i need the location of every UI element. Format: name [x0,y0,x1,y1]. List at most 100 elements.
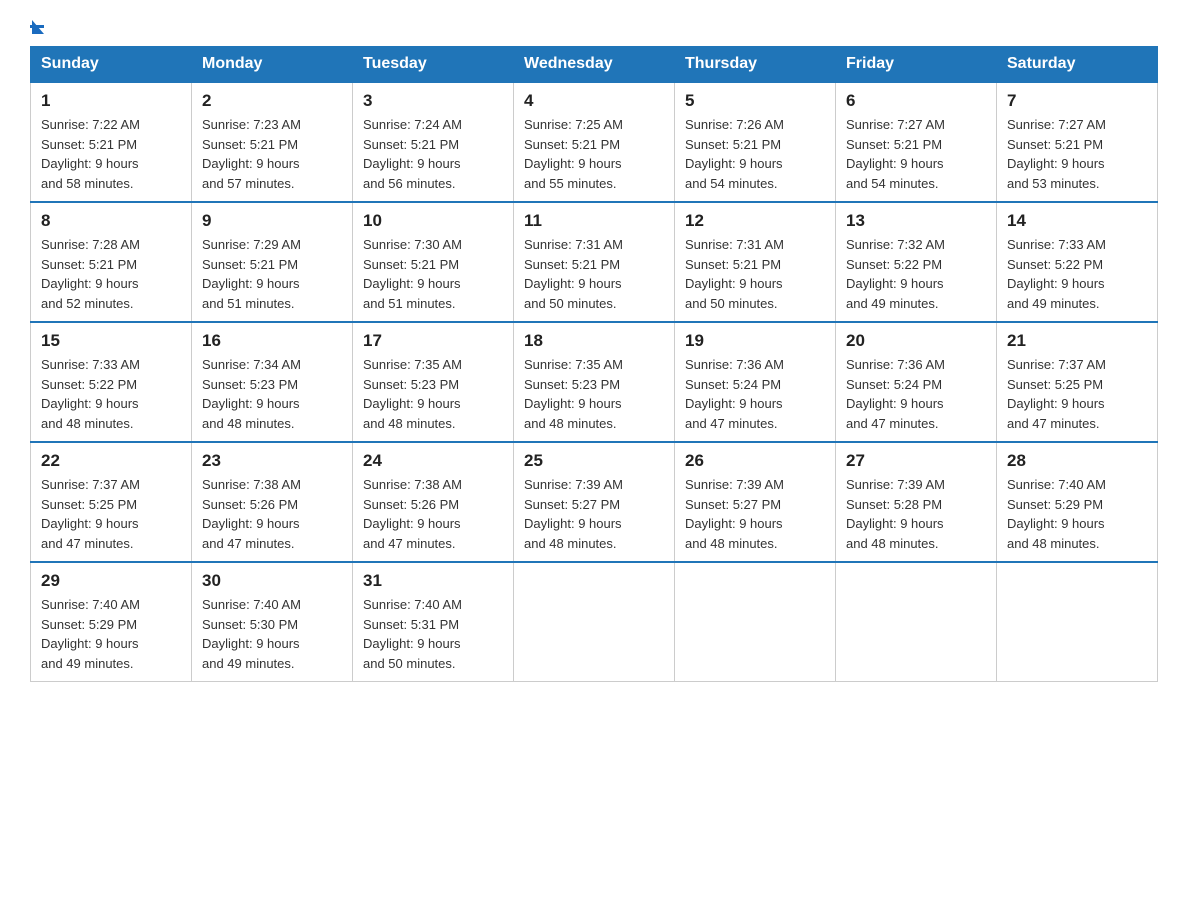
day-info: Sunrise: 7:40 AMSunset: 5:31 PMDaylight:… [363,595,503,673]
day-number: 25 [524,451,664,471]
day-number: 15 [41,331,181,351]
day-number: 19 [685,331,825,351]
day-cell: 5 Sunrise: 7:26 AMSunset: 5:21 PMDayligh… [675,82,836,202]
day-cell: 10 Sunrise: 7:30 AMSunset: 5:21 PMDaylig… [353,202,514,322]
day-info: Sunrise: 7:23 AMSunset: 5:21 PMDaylight:… [202,115,342,193]
day-number: 7 [1007,91,1147,111]
page-header [30,20,1158,28]
day-info: Sunrise: 7:40 AMSunset: 5:29 PMDaylight:… [1007,475,1147,553]
day-cell: 13 Sunrise: 7:32 AMSunset: 5:22 PMDaylig… [836,202,997,322]
day-info: Sunrise: 7:27 AMSunset: 5:21 PMDaylight:… [846,115,986,193]
day-cell: 25 Sunrise: 7:39 AMSunset: 5:27 PMDaylig… [514,442,675,562]
day-number: 4 [524,91,664,111]
header-day-friday: Friday [836,47,997,83]
calendar-body: 1 Sunrise: 7:22 AMSunset: 5:21 PMDayligh… [31,82,1158,682]
day-number: 13 [846,211,986,231]
day-cell: 21 Sunrise: 7:37 AMSunset: 5:25 PMDaylig… [997,322,1158,442]
day-cell [997,562,1158,682]
day-cell: 27 Sunrise: 7:39 AMSunset: 5:28 PMDaylig… [836,442,997,562]
day-number: 26 [685,451,825,471]
header-day-sunday: Sunday [31,47,192,83]
header-day-wednesday: Wednesday [514,47,675,83]
day-number: 18 [524,331,664,351]
day-cell: 4 Sunrise: 7:25 AMSunset: 5:21 PMDayligh… [514,82,675,202]
day-cell: 17 Sunrise: 7:35 AMSunset: 5:23 PMDaylig… [353,322,514,442]
day-info: Sunrise: 7:24 AMSunset: 5:21 PMDaylight:… [363,115,503,193]
day-cell: 23 Sunrise: 7:38 AMSunset: 5:26 PMDaylig… [192,442,353,562]
day-info: Sunrise: 7:27 AMSunset: 5:21 PMDaylight:… [1007,115,1147,193]
day-info: Sunrise: 7:30 AMSunset: 5:21 PMDaylight:… [363,235,503,313]
day-cell [675,562,836,682]
calendar-table: SundayMondayTuesdayWednesdayThursdayFrid… [30,46,1158,682]
day-cell: 8 Sunrise: 7:28 AMSunset: 5:21 PMDayligh… [31,202,192,322]
week-row-4: 22 Sunrise: 7:37 AMSunset: 5:25 PMDaylig… [31,442,1158,562]
day-info: Sunrise: 7:36 AMSunset: 5:24 PMDaylight:… [685,355,825,433]
day-info: Sunrise: 7:40 AMSunset: 5:29 PMDaylight:… [41,595,181,673]
header-day-monday: Monday [192,47,353,83]
logo-underline [30,25,44,28]
day-cell [836,562,997,682]
day-info: Sunrise: 7:26 AMSunset: 5:21 PMDaylight:… [685,115,825,193]
day-cell: 12 Sunrise: 7:31 AMSunset: 5:21 PMDaylig… [675,202,836,322]
day-info: Sunrise: 7:40 AMSunset: 5:30 PMDaylight:… [202,595,342,673]
day-cell: 7 Sunrise: 7:27 AMSunset: 5:21 PMDayligh… [997,82,1158,202]
day-number: 28 [1007,451,1147,471]
day-number: 22 [41,451,181,471]
day-info: Sunrise: 7:37 AMSunset: 5:25 PMDaylight:… [1007,355,1147,433]
day-cell: 11 Sunrise: 7:31 AMSunset: 5:21 PMDaylig… [514,202,675,322]
day-info: Sunrise: 7:22 AMSunset: 5:21 PMDaylight:… [41,115,181,193]
day-number: 30 [202,571,342,591]
day-number: 21 [1007,331,1147,351]
logo [30,20,44,28]
day-info: Sunrise: 7:39 AMSunset: 5:28 PMDaylight:… [846,475,986,553]
day-cell: 22 Sunrise: 7:37 AMSunset: 5:25 PMDaylig… [31,442,192,562]
day-number: 9 [202,211,342,231]
day-cell: 29 Sunrise: 7:40 AMSunset: 5:29 PMDaylig… [31,562,192,682]
day-cell: 28 Sunrise: 7:40 AMSunset: 5:29 PMDaylig… [997,442,1158,562]
day-number: 29 [41,571,181,591]
day-info: Sunrise: 7:39 AMSunset: 5:27 PMDaylight:… [685,475,825,553]
header-day-thursday: Thursday [675,47,836,83]
day-cell: 15 Sunrise: 7:33 AMSunset: 5:22 PMDaylig… [31,322,192,442]
day-number: 12 [685,211,825,231]
day-info: Sunrise: 7:28 AMSunset: 5:21 PMDaylight:… [41,235,181,313]
day-info: Sunrise: 7:25 AMSunset: 5:21 PMDaylight:… [524,115,664,193]
week-row-3: 15 Sunrise: 7:33 AMSunset: 5:22 PMDaylig… [31,322,1158,442]
day-number: 2 [202,91,342,111]
day-cell: 2 Sunrise: 7:23 AMSunset: 5:21 PMDayligh… [192,82,353,202]
day-number: 8 [41,211,181,231]
day-number: 16 [202,331,342,351]
calendar-header-row: SundayMondayTuesdayWednesdayThursdayFrid… [31,47,1158,83]
day-number: 3 [363,91,503,111]
day-cell: 16 Sunrise: 7:34 AMSunset: 5:23 PMDaylig… [192,322,353,442]
day-cell: 19 Sunrise: 7:36 AMSunset: 5:24 PMDaylig… [675,322,836,442]
header-day-tuesday: Tuesday [353,47,514,83]
day-number: 23 [202,451,342,471]
day-number: 11 [524,211,664,231]
day-info: Sunrise: 7:31 AMSunset: 5:21 PMDaylight:… [685,235,825,313]
day-info: Sunrise: 7:37 AMSunset: 5:25 PMDaylight:… [41,475,181,553]
day-cell: 26 Sunrise: 7:39 AMSunset: 5:27 PMDaylig… [675,442,836,562]
day-number: 17 [363,331,503,351]
day-info: Sunrise: 7:38 AMSunset: 5:26 PMDaylight:… [202,475,342,553]
day-cell [514,562,675,682]
day-info: Sunrise: 7:39 AMSunset: 5:27 PMDaylight:… [524,475,664,553]
day-number: 24 [363,451,503,471]
day-cell: 30 Sunrise: 7:40 AMSunset: 5:30 PMDaylig… [192,562,353,682]
week-row-2: 8 Sunrise: 7:28 AMSunset: 5:21 PMDayligh… [31,202,1158,322]
day-info: Sunrise: 7:29 AMSunset: 5:21 PMDaylight:… [202,235,342,313]
day-number: 14 [1007,211,1147,231]
day-info: Sunrise: 7:33 AMSunset: 5:22 PMDaylight:… [1007,235,1147,313]
day-info: Sunrise: 7:33 AMSunset: 5:22 PMDaylight:… [41,355,181,433]
week-row-5: 29 Sunrise: 7:40 AMSunset: 5:29 PMDaylig… [31,562,1158,682]
day-cell: 6 Sunrise: 7:27 AMSunset: 5:21 PMDayligh… [836,82,997,202]
day-cell: 24 Sunrise: 7:38 AMSunset: 5:26 PMDaylig… [353,442,514,562]
week-row-1: 1 Sunrise: 7:22 AMSunset: 5:21 PMDayligh… [31,82,1158,202]
day-cell: 31 Sunrise: 7:40 AMSunset: 5:31 PMDaylig… [353,562,514,682]
day-number: 31 [363,571,503,591]
day-info: Sunrise: 7:31 AMSunset: 5:21 PMDaylight:… [524,235,664,313]
day-info: Sunrise: 7:35 AMSunset: 5:23 PMDaylight:… [363,355,503,433]
day-info: Sunrise: 7:35 AMSunset: 5:23 PMDaylight:… [524,355,664,433]
day-cell: 18 Sunrise: 7:35 AMSunset: 5:23 PMDaylig… [514,322,675,442]
day-cell: 20 Sunrise: 7:36 AMSunset: 5:24 PMDaylig… [836,322,997,442]
